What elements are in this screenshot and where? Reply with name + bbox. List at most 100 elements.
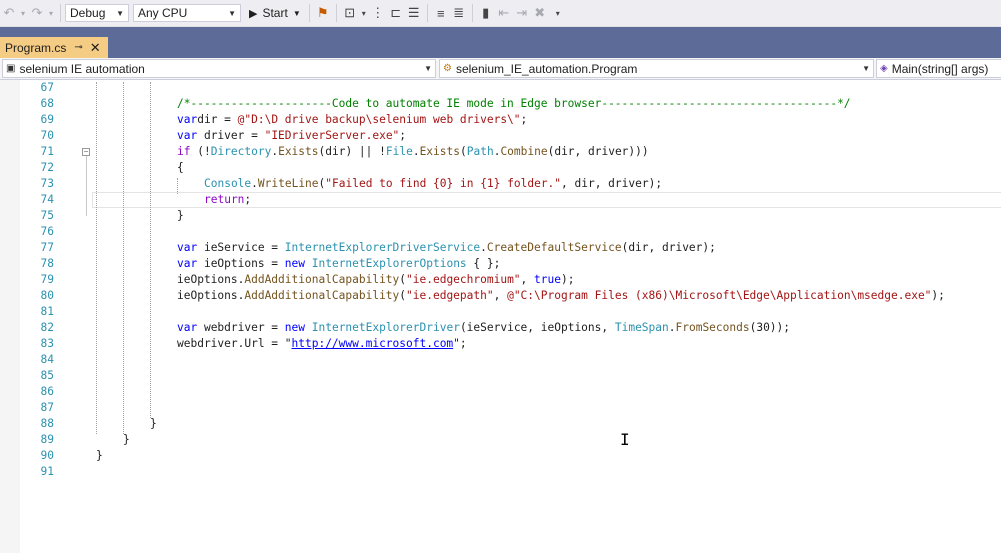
- line-number: 86: [40, 385, 54, 398]
- code-line[interactable]: 90}: [0, 448, 1001, 464]
- code-text: }: [96, 448, 103, 464]
- code-text: }: [150, 416, 157, 432]
- code-token: /*---------------------Code to automate …: [177, 97, 851, 110]
- snapshot-icon[interactable]: ⊡: [343, 3, 357, 23]
- member-value: Main(string[] args): [891, 61, 989, 76]
- line-number: 78: [40, 257, 54, 270]
- code-line[interactable]: 89}: [0, 432, 1001, 448]
- method-icon: ◈: [880, 63, 888, 74]
- code-token: {: [177, 161, 184, 174]
- code-text: Console.WriteLine("Failed to find {0} in…: [204, 176, 662, 192]
- code-token: var: [177, 321, 198, 334]
- next-bookmark-icon[interactable]: ⇥: [515, 3, 529, 23]
- code-token: ieOptions.: [177, 289, 245, 302]
- collapse-icon[interactable]: −: [82, 148, 90, 156]
- code-token: (: [459, 145, 467, 158]
- undo-dropdown-icon[interactable]: ▾: [20, 3, 26, 23]
- main-toolbar: ↶ ▾ ↷ ▾ Debug ▼ Any CPU ▼ ▶ Start ▼ ⚑ ⊡ …: [0, 0, 1001, 27]
- indent-guide: [123, 82, 124, 434]
- code-token: driver =: [197, 129, 265, 142]
- code-token: ieOptions.: [177, 273, 245, 286]
- outline-icon[interactable]: ☰: [407, 3, 421, 23]
- code-token: Exists: [278, 145, 319, 158]
- document-tab-strip: Program.cs ⊸ ✕: [0, 27, 1001, 58]
- code-token: (!: [190, 145, 211, 158]
- bookmark-indent-icon[interactable]: ⊏: [389, 3, 403, 23]
- code-token: return: [204, 193, 245, 206]
- tab-program-cs[interactable]: Program.cs ⊸ ✕: [0, 37, 108, 58]
- close-icon[interactable]: ✕: [90, 40, 101, 56]
- code-token: (dir, driver);: [621, 241, 716, 254]
- configuration-select[interactable]: Debug ▼: [65, 4, 129, 22]
- code-editor[interactable]: 67 68 /*---------------------Code to autom…: [0, 80, 1001, 553]
- member-select[interactable]: ◈ Main(string[] args): [876, 59, 1001, 78]
- code-token: var: [177, 257, 198, 270]
- pin-icon[interactable]: ⊸: [74, 42, 82, 53]
- toolbar-separator: [471, 4, 473, 22]
- code-token: Exists: [419, 145, 460, 158]
- toolbar-overflow-icon[interactable]: ▾: [551, 3, 565, 23]
- bookmark-icon[interactable]: ▮: [479, 3, 493, 23]
- code-token: "IEDriverServer.exe": [264, 129, 400, 142]
- project-value: selenium IE automation: [19, 61, 145, 76]
- chevron-down-icon: ▼: [116, 8, 124, 18]
- uncomment-lines-icon[interactable]: ≣: [452, 3, 466, 23]
- code-line[interactable]: 88}: [0, 416, 1001, 432]
- code-token: "ie.edgepath": [406, 289, 494, 302]
- line-number: 87: [40, 401, 54, 414]
- chevron-down-icon: ▼: [292, 8, 301, 18]
- line-number: 73: [40, 177, 54, 190]
- code-token: if: [177, 145, 191, 158]
- platform-value: Any CPU: [138, 6, 188, 20]
- start-debugging-button[interactable]: ▶ Start ▼: [249, 6, 301, 20]
- code-text: var webdriver = new InternetExplorerDriv…: [177, 320, 790, 336]
- code-token: ieService =: [197, 241, 285, 254]
- code-token: );: [560, 273, 575, 286]
- redo-dropdown-icon[interactable]: ▾: [48, 3, 54, 23]
- code-token: }: [177, 209, 184, 222]
- code-token: WriteLine: [257, 177, 319, 190]
- code-token: ieOptions =: [197, 257, 285, 270]
- code-link[interactable]: http://www.microsoft.com: [292, 337, 454, 350]
- chevron-down-icon: ▼: [424, 64, 432, 73]
- code-token: ,: [520, 273, 535, 286]
- line-number: 82: [40, 321, 54, 334]
- code-text: vardir = @"D:\D drive backup\selenium we…: [177, 112, 527, 128]
- type-select[interactable]: ⚙ selenium_IE_automation.Program ▼: [439, 59, 874, 78]
- toolbar-separator: [426, 4, 428, 22]
- step-icon[interactable]: ⋮: [371, 3, 385, 23]
- line-number: 69: [40, 113, 54, 126]
- code-token: AddAdditionalCapability: [244, 289, 400, 302]
- code-text: webdriver.Url = "http://www.microsoft.co…: [177, 336, 467, 352]
- toolbar-separator: [308, 4, 310, 22]
- line-number: 91: [40, 465, 54, 478]
- code-token: new: [284, 321, 305, 334]
- code-token: var: [177, 129, 198, 142]
- clear-bookmarks-icon[interactable]: ✖: [533, 3, 547, 23]
- code-token: }: [150, 417, 157, 430]
- play-icon: ▶: [249, 7, 258, 20]
- indent-guide: [177, 178, 178, 194]
- layout-dropdown-icon[interactable]: ▾: [361, 3, 367, 23]
- code-text: var ieService = InternetExplorerDriverSe…: [177, 240, 716, 256]
- previous-bookmark-icon[interactable]: ⇤: [497, 3, 511, 23]
- project-select[interactable]: ▣ selenium IE automation ▼: [2, 59, 436, 78]
- code-token: InternetExplorerDriverService: [284, 241, 481, 254]
- code-token: .: [412, 145, 420, 158]
- line-number: 76: [40, 225, 54, 238]
- code-line[interactable]: 91: [0, 464, 1001, 480]
- code-token: webdriver =: [197, 321, 285, 334]
- code-token: Console: [204, 177, 252, 190]
- line-number: 67: [40, 81, 54, 94]
- comment-lines-icon[interactable]: ≡: [434, 3, 448, 23]
- code-token: @"D:\D drive backup\selenium web drivers…: [237, 113, 521, 126]
- code-token: ";: [453, 337, 467, 350]
- redo-icon[interactable]: ↷: [30, 3, 44, 23]
- platform-select[interactable]: Any CPU ▼: [133, 4, 241, 22]
- hot-reload-icon[interactable]: ⚑: [316, 3, 330, 23]
- line-number: 88: [40, 417, 54, 430]
- undo-icon[interactable]: ↶: [2, 3, 16, 23]
- type-value: selenium_IE_automation.Program: [455, 61, 638, 76]
- code-text: var ieOptions = new InternetExplorerOpti…: [177, 256, 500, 272]
